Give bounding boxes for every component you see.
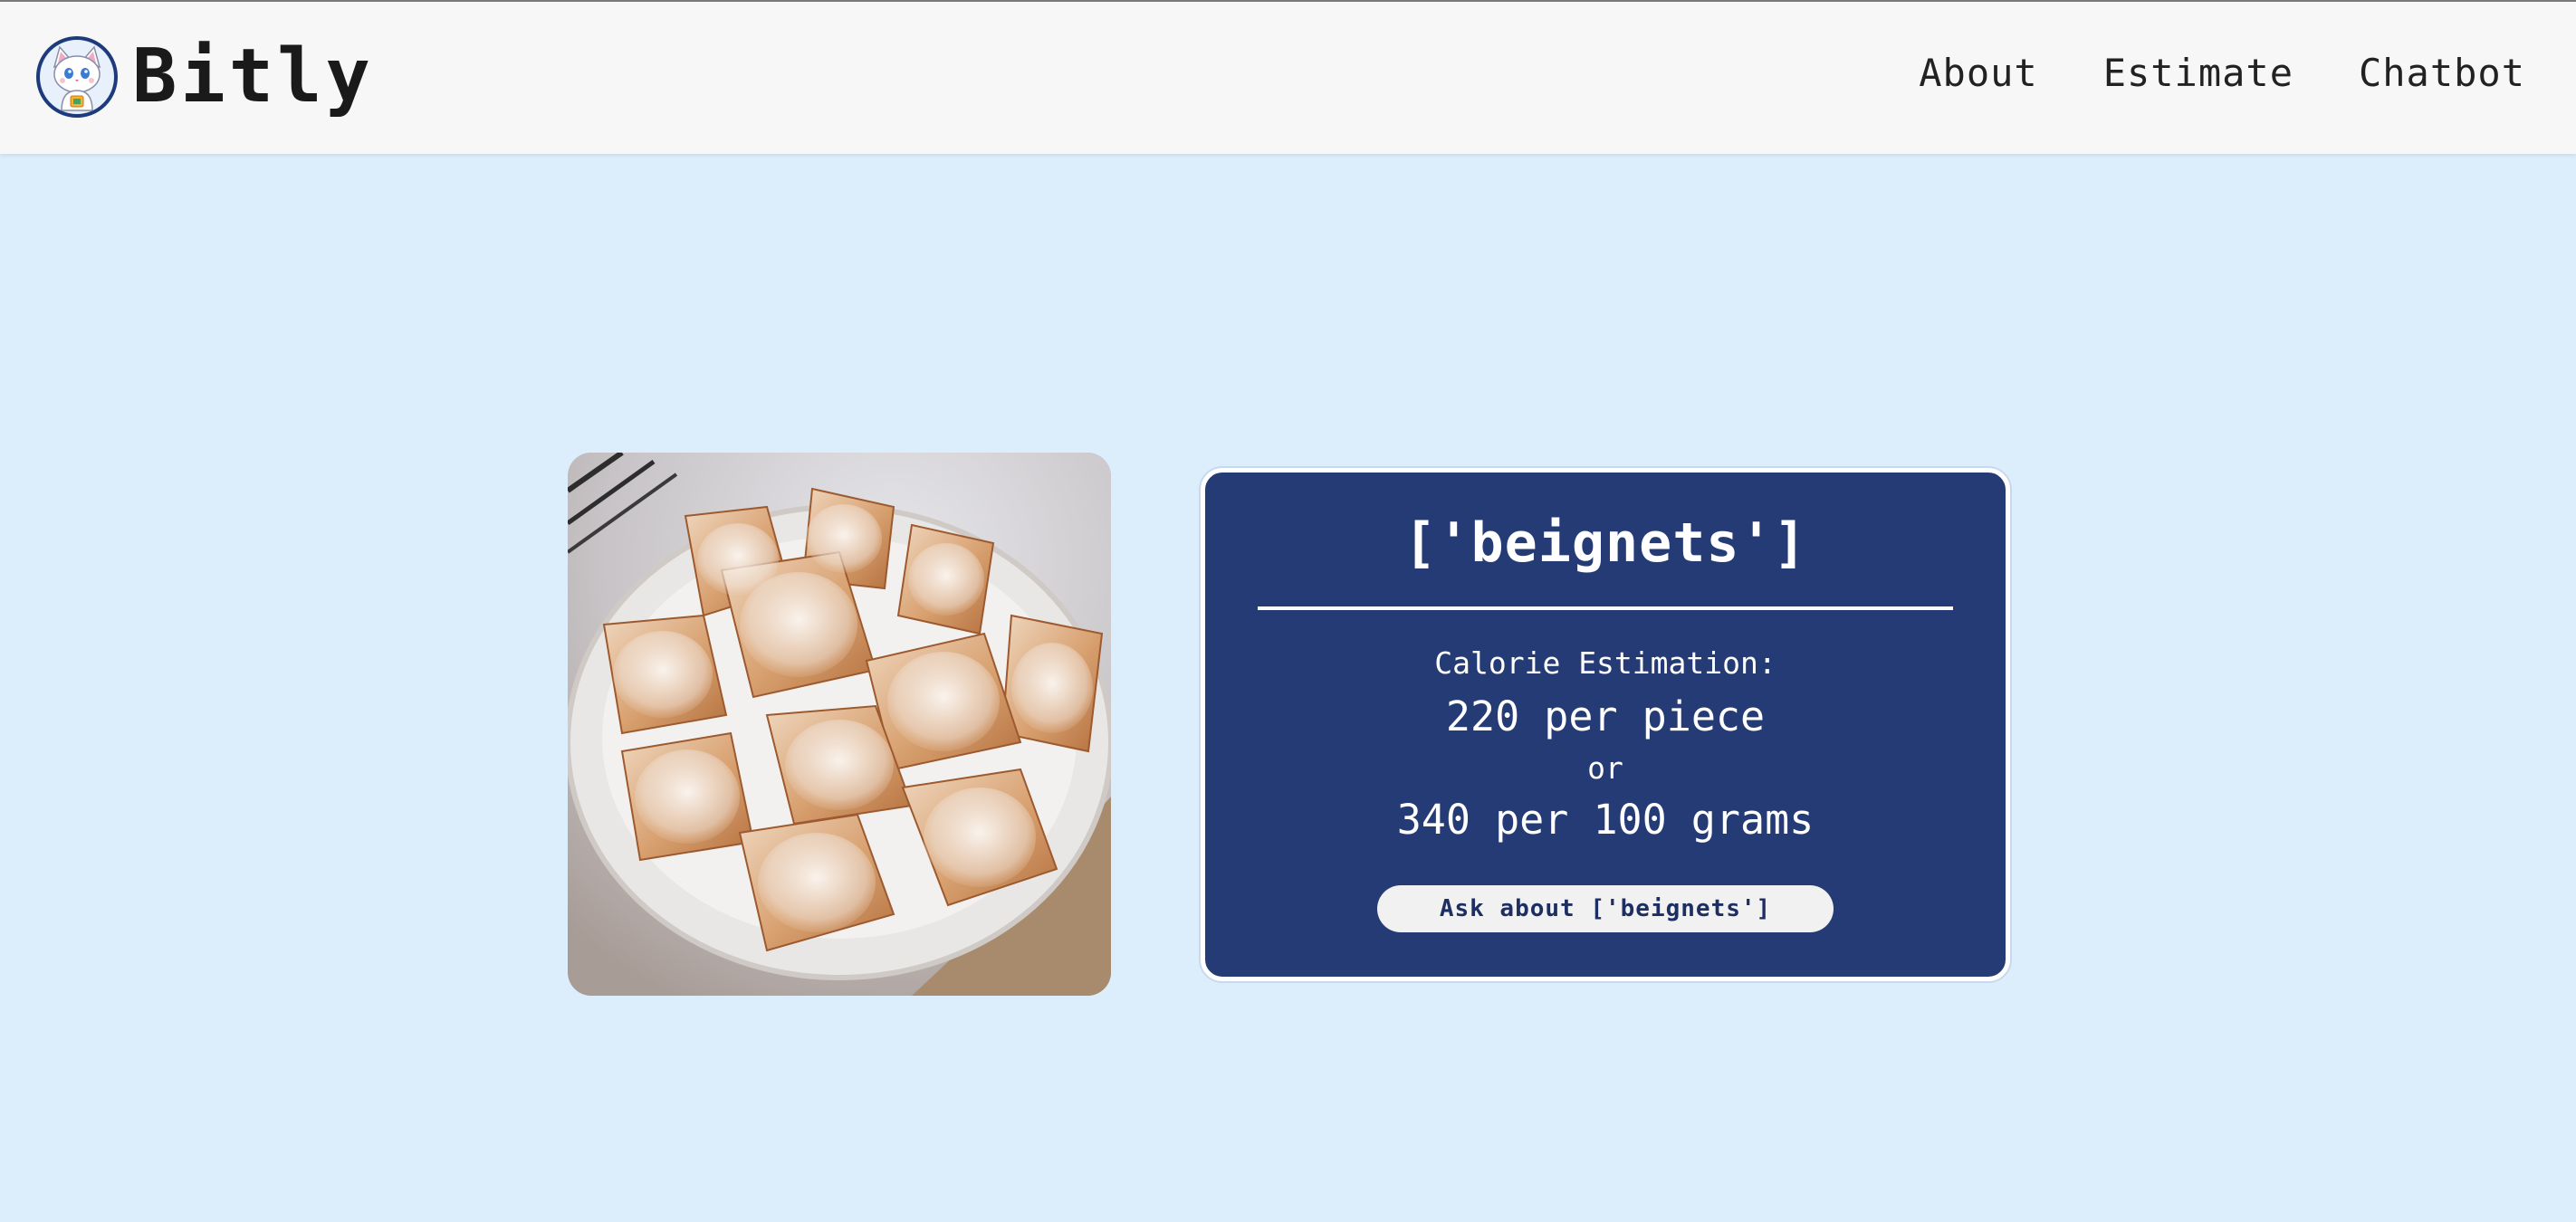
estimation-label: Calorie Estimation: [1434, 645, 1776, 681]
nav-estimate-link[interactable]: Estimate [2103, 54, 2294, 92]
card-divider [1258, 606, 1953, 610]
calorie-result-card: ['beignets'] Calorie Estimation: 220 per… [1201, 468, 2010, 981]
food-image [568, 453, 1111, 996]
calories-per-piece: 220 per piece [1445, 692, 1766, 740]
main-nav: About Estimate Chatbot [1853, 54, 2525, 92]
food-name-title: ['beignets'] [1403, 511, 1807, 575]
brand[interactable]: Bitly [36, 36, 374, 118]
ask-about-food-button[interactable]: Ask about ['beignets'] [1377, 885, 1834, 932]
nav-chatbot-link[interactable]: Chatbot [2359, 54, 2525, 92]
brand-name[interactable]: Bitly [132, 40, 374, 114]
cat-logo-icon [36, 36, 118, 118]
or-separator: or [1587, 750, 1623, 786]
calories-per-100g: 340 per 100 grams [1396, 796, 1815, 844]
nav-about-link[interactable]: About [1919, 54, 2037, 92]
top-navigation-bar: Bitly About Estimate Chatbot [0, 0, 2576, 154]
